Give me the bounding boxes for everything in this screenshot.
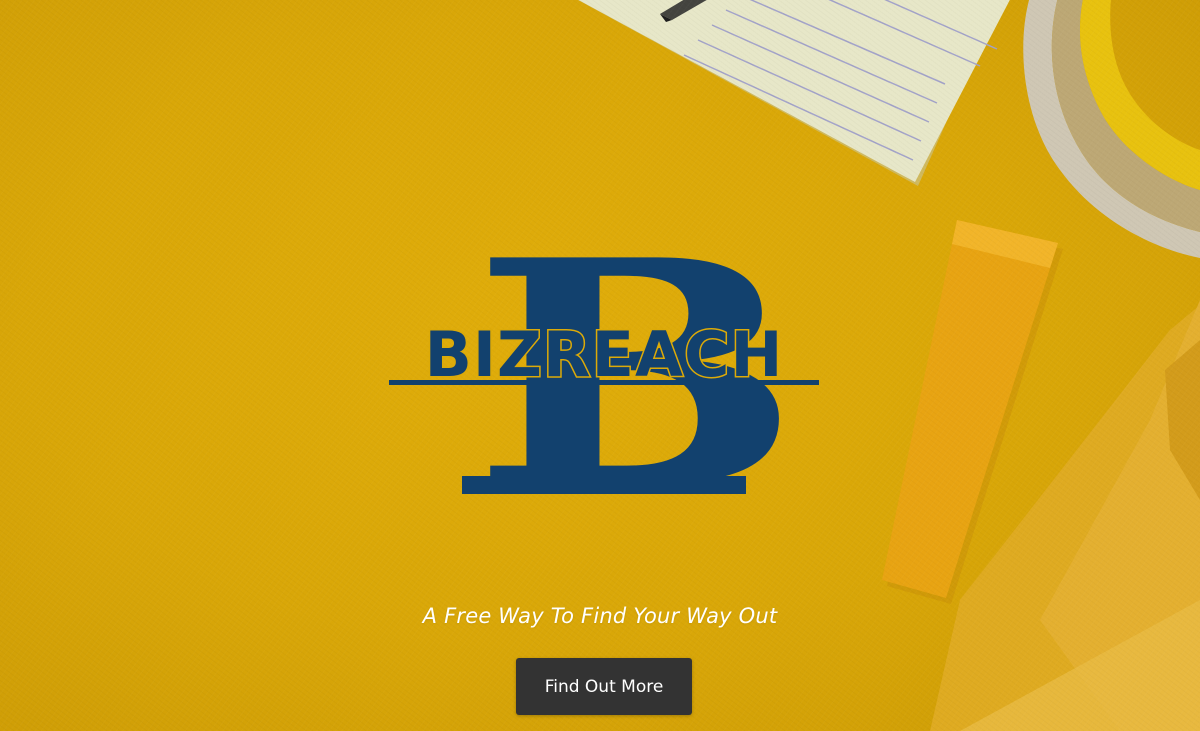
find-out-more-button[interactable]: Find Out More bbox=[516, 658, 692, 715]
logo-underline bbox=[462, 476, 746, 494]
logo-wordmark: BIZREACH bbox=[425, 318, 784, 391]
hero-section: B BIZREACH A Free Way To Find Your Way O… bbox=[0, 0, 1200, 731]
bizreach-logo[interactable]: B BIZREACH bbox=[380, 208, 830, 508]
scissors-icon bbox=[1023, 0, 1200, 258]
notepad-icon bbox=[578, 0, 1010, 186]
hero-tagline: A Free Way To Find Your Way Out bbox=[422, 604, 778, 628]
